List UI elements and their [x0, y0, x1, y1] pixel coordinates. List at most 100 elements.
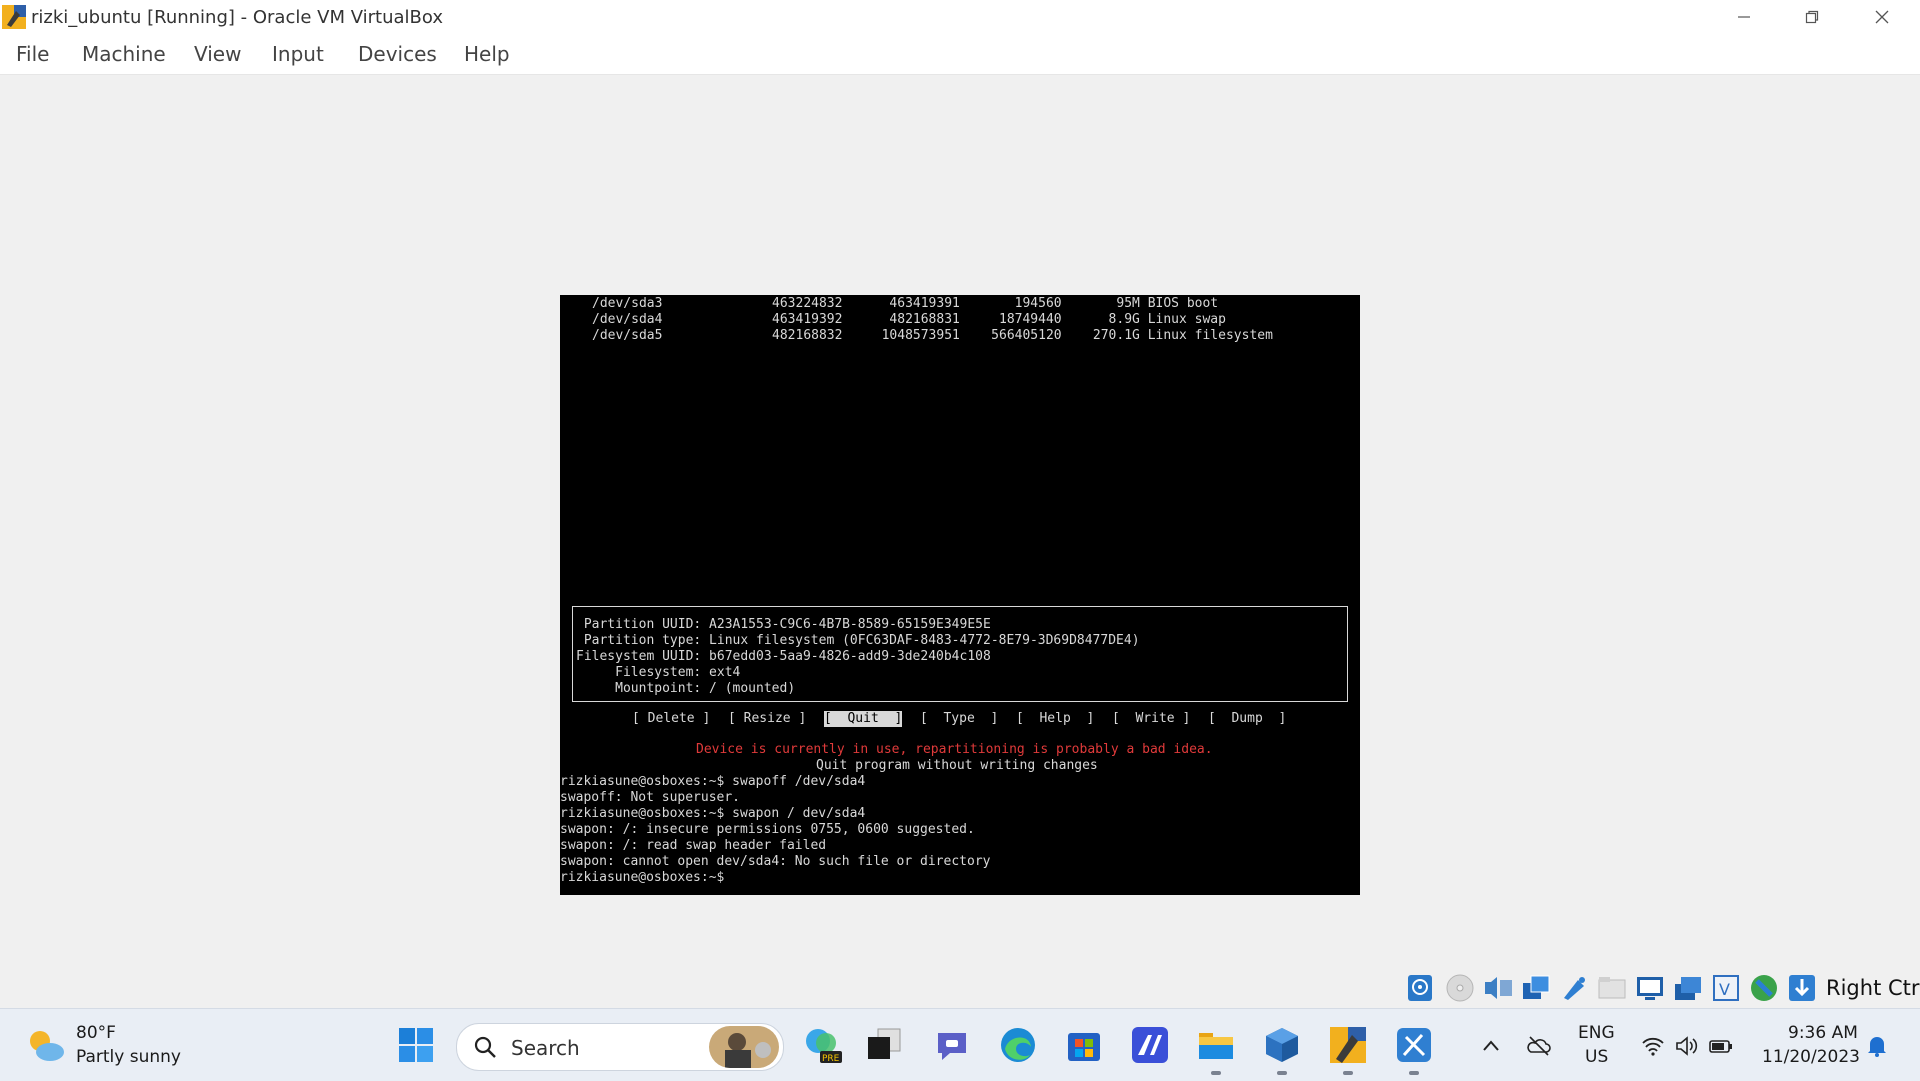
copilot-icon: PRE	[806, 1029, 842, 1064]
notification-bell-icon[interactable]	[1864, 1033, 1890, 1059]
running-indicator	[1409, 1071, 1419, 1075]
store-icon	[1068, 1033, 1100, 1061]
restore-button[interactable]	[1778, 0, 1846, 34]
battery-icon[interactable]	[1708, 1033, 1734, 1059]
vm-screen[interactable]: /dev/sda3 463224832 463419391 194560 95M…	[560, 295, 1360, 895]
menu-machine[interactable]: Machine	[82, 42, 166, 66]
cfdisk-resize-button[interactable]: [ Resize ]	[728, 711, 806, 727]
edge-browser-app[interactable]	[998, 1025, 1038, 1065]
virtualbox-manager-app[interactable]	[1262, 1025, 1302, 1065]
partition-row: /dev/sda4 463419392 482168831 18749440 8…	[592, 312, 1226, 327]
taskbar-search-box[interactable]: Search	[456, 1023, 784, 1071]
taskbar: 80°F Partly sunny Search PRE ENG US 9:36…	[0, 1008, 1920, 1081]
onedrive-offline-icon[interactable]	[1526, 1033, 1552, 1059]
cfdisk-quit-button[interactable]: [ Quit ]	[824, 711, 903, 727]
vt-x-icon[interactable]: V	[1710, 972, 1742, 1004]
teams-chat-app[interactable]	[932, 1025, 972, 1065]
volume-icon[interactable]	[1674, 1033, 1700, 1059]
search-highlight-image	[709, 1026, 779, 1068]
partly-sunny-icon[interactable]	[24, 1025, 66, 1065]
info-filesystem-uuid: Filesystem UUID: b67edd03-5aa9-4826-add9…	[576, 649, 991, 664]
mouse-integration-icon[interactable]	[1786, 972, 1818, 1004]
info-mountpoint: Mountpoint: / (mounted)	[576, 681, 796, 696]
windows-start-icon[interactable]	[398, 1027, 434, 1063]
host-key-label: Right Ctrl	[1826, 976, 1920, 1000]
virtualbox-app-icon	[2, 5, 26, 29]
task-view-app[interactable]	[864, 1025, 904, 1065]
wifi-icon[interactable]	[1640, 1033, 1666, 1059]
close-icon	[1875, 10, 1889, 24]
running-indicator	[1343, 1071, 1353, 1075]
microsoft-store-app[interactable]	[1064, 1025, 1104, 1065]
hard-disk-icon[interactable]	[1404, 972, 1436, 1004]
cfdisk-dump-button[interactable]: [ Dump ]	[1208, 711, 1286, 727]
menu-input[interactable]: Input	[272, 42, 324, 66]
menu-view[interactable]: View	[194, 42, 241, 66]
search-placeholder: Search	[511, 1036, 580, 1060]
usb-icon[interactable]	[1558, 972, 1590, 1004]
running-indicator	[1211, 1071, 1221, 1075]
partition-row: /dev/sda5 482168832 1048573951 566405120…	[592, 328, 1273, 343]
cfdisk-help-button[interactable]: [ Help ]	[1016, 711, 1094, 727]
shell-line: swapon: /: insecure permissions 0755, 06…	[560, 822, 975, 837]
running-indicator	[1277, 1071, 1287, 1075]
task-view-icon	[868, 1028, 901, 1059]
vm-window-icon	[1330, 1027, 1366, 1063]
virtualbox-cube-icon	[1266, 1028, 1298, 1062]
guest-additions-icon[interactable]	[1748, 972, 1780, 1004]
partition-row: /dev/sda3 463224832 463419391 194560 95M…	[592, 296, 1219, 311]
folder-icon	[1199, 1033, 1233, 1059]
snipping-tool-icon	[1397, 1028, 1431, 1062]
optical-drive-icon[interactable]	[1444, 972, 1476, 1004]
language-indicator-bottom[interactable]: US	[1585, 1047, 1608, 1067]
close-button[interactable]	[1848, 0, 1916, 34]
display-icon[interactable]	[1634, 972, 1666, 1004]
chat-icon	[938, 1033, 966, 1060]
window-title: rizki_ubuntu [Running] - Oracle VM Virtu…	[31, 7, 443, 28]
weather-temperature[interactable]: 80°F	[76, 1023, 116, 1043]
shell-line: swapoff: Not superuser.	[560, 790, 741, 805]
menu-help[interactable]: Help	[464, 42, 510, 66]
recording-icon[interactable]	[1672, 972, 1704, 1004]
info-partition-uuid: Partition UUID: A23A1553-C9C6-4B7B-8589-…	[576, 617, 991, 632]
restore-icon	[1805, 10, 1819, 24]
vm-display-area: /dev/sda3 463224832 463419391 194560 95M…	[0, 75, 1920, 1005]
cfdisk-type-button[interactable]: [ Type ]	[920, 711, 998, 727]
shell-prompt: rizkiasune@osboxes:~$	[560, 870, 725, 885]
network-icon[interactable]	[1520, 972, 1552, 1004]
shared-folders-icon[interactable]	[1596, 972, 1628, 1004]
cfdisk-write-button[interactable]: [ Write ]	[1112, 711, 1190, 727]
copilot-preview-app[interactable]: PRE	[802, 1025, 842, 1065]
shell-line: swapon: cannot open dev/sda4: No such fi…	[560, 854, 991, 869]
audio-icon[interactable]	[1482, 972, 1514, 1004]
minimize-icon	[1738, 16, 1750, 18]
language-indicator-top[interactable]: ENG	[1578, 1023, 1615, 1043]
info-filesystem: Filesystem: ext4	[576, 665, 741, 680]
chevron-up-icon[interactable]	[1478, 1033, 1504, 1059]
cfdisk-delete-button[interactable]: [ Delete ]	[632, 711, 710, 727]
svg-text:V: V	[1719, 980, 1730, 999]
menu-bar: File Machine View Input Devices Help	[0, 34, 1920, 75]
search-icon	[474, 1036, 496, 1058]
clock-time[interactable]: 9:36 AM	[1788, 1023, 1858, 1043]
file-explorer-app[interactable]	[1196, 1025, 1236, 1065]
menu-devices[interactable]: Devices	[358, 42, 437, 66]
preview-badge: PRE	[822, 1054, 840, 1064]
shell-line: rizkiasune@osboxes:~$ swapoff /dev/sda4	[560, 774, 866, 789]
math-app[interactable]	[1130, 1025, 1170, 1065]
math-solver-icon	[1132, 1027, 1168, 1063]
menu-file[interactable]: File	[16, 42, 49, 66]
virtualbox-vm-window-app[interactable]	[1328, 1025, 1368, 1065]
shell-line: rizkiasune@osboxes:~$ swapon / dev/sda4	[560, 806, 866, 821]
clock-date[interactable]: 11/20/2023	[1762, 1047, 1860, 1067]
info-partition-type: Partition type: Linux filesystem (0FC63D…	[576, 633, 1140, 648]
title-bar: rizki_ubuntu [Running] - Oracle VM Virtu…	[0, 0, 1920, 34]
partition-info-box: Partition UUID: A23A1553-C9C6-4B7B-8589-…	[572, 606, 1348, 702]
snipping-tool-app[interactable]	[1394, 1025, 1434, 1065]
shell-line: swapon: /: read swap header failed	[560, 838, 827, 853]
weather-description[interactable]: Partly sunny	[76, 1047, 181, 1067]
warning-message: Device is currently in use, repartitioni…	[696, 742, 1213, 757]
edge-icon	[1001, 1028, 1035, 1062]
minimize-button[interactable]	[1710, 0, 1778, 34]
hint-message: Quit program without writing changes	[816, 758, 1098, 773]
